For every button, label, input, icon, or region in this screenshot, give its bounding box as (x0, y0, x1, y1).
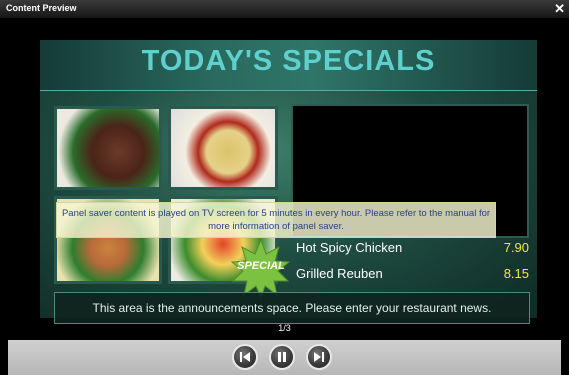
board-header: TODAY'S SPECIALS (40, 40, 537, 91)
next-button[interactable] (306, 344, 332, 370)
pause-icon (278, 352, 286, 362)
menu-item-name: Hot Spicy Chicken (296, 240, 403, 255)
previous-button[interactable] (232, 344, 258, 370)
page-indicator: 1/3 (278, 323, 291, 333)
special-badge: SPECIAL (230, 238, 292, 300)
window-title: Content Preview (6, 3, 77, 13)
special-badge-label: SPECIAL (237, 260, 285, 272)
panel-saver-notice: Panel saver content is played on TV scre… (56, 202, 496, 238)
pause-button[interactable] (269, 344, 295, 370)
announcement-text: This area is the announcements space. Pl… (92, 301, 492, 315)
preview-stage: TODAY'S SPECIALS Panel saver content is … (8, 18, 561, 340)
menu-item-price: 7.90 (503, 240, 529, 255)
window-titlebar: Content Preview ✕ (0, 0, 569, 18)
announcement-bar: This area is the announcements space. Pl… (54, 292, 530, 324)
menu-item-name: Grilled Reuben (296, 266, 383, 281)
menu-board: TODAY'S SPECIALS Panel saver content is … (40, 40, 537, 324)
menu-item: Hot Spicy Chicken 7.90 (296, 240, 529, 260)
menu-item: Grilled Reuben 8.15 (296, 266, 529, 286)
close-icon[interactable]: ✕ (554, 1, 565, 17)
food-photo-steak (54, 106, 162, 190)
notice-text: Panel saver content is played on TV scre… (61, 208, 491, 232)
skip-next-icon (314, 352, 324, 362)
food-photo-pasta (168, 106, 278, 190)
skip-previous-icon (240, 352, 250, 362)
playback-controls (8, 340, 561, 375)
menu-item-price: 8.15 (503, 266, 529, 281)
board-heading: TODAY'S SPECIALS (141, 45, 436, 77)
